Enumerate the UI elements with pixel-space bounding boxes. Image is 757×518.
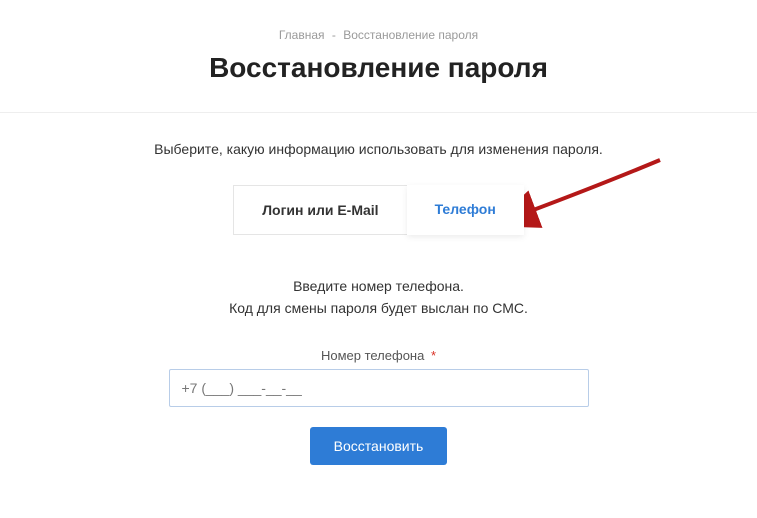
tabs-container: Логин или E-Mail Телефон	[233, 185, 524, 235]
tab-login-email[interactable]: Логин или E-Mail	[233, 185, 406, 235]
instruction-text: Выберите, какую информацию использовать …	[0, 141, 757, 157]
form-instruction-line2: Код для смены пароля будет выслан по СМС…	[229, 300, 528, 316]
tab-phone[interactable]: Телефон	[407, 185, 524, 235]
required-asterisk: *	[431, 348, 436, 363]
restore-button[interactable]: Восстановить	[310, 427, 448, 465]
breadcrumb: Главная - Восстановление пароля	[0, 0, 757, 42]
phone-label-text: Номер телефона	[321, 348, 424, 363]
phone-input[interactable]	[169, 369, 589, 407]
form-section: Введите номер телефона. Код для смены па…	[169, 275, 589, 465]
page-title: Восстановление пароля	[0, 52, 757, 84]
content-area: Выберите, какую информацию использовать …	[0, 113, 757, 465]
breadcrumb-home-link[interactable]: Главная	[279, 28, 325, 42]
breadcrumb-separator: -	[332, 28, 336, 42]
phone-field-label: Номер телефона *	[169, 348, 589, 363]
form-instruction-line1: Введите номер телефона.	[293, 278, 464, 294]
form-instruction: Введите номер телефона. Код для смены па…	[169, 275, 589, 320]
breadcrumb-current: Восстановление пароля	[343, 28, 478, 42]
